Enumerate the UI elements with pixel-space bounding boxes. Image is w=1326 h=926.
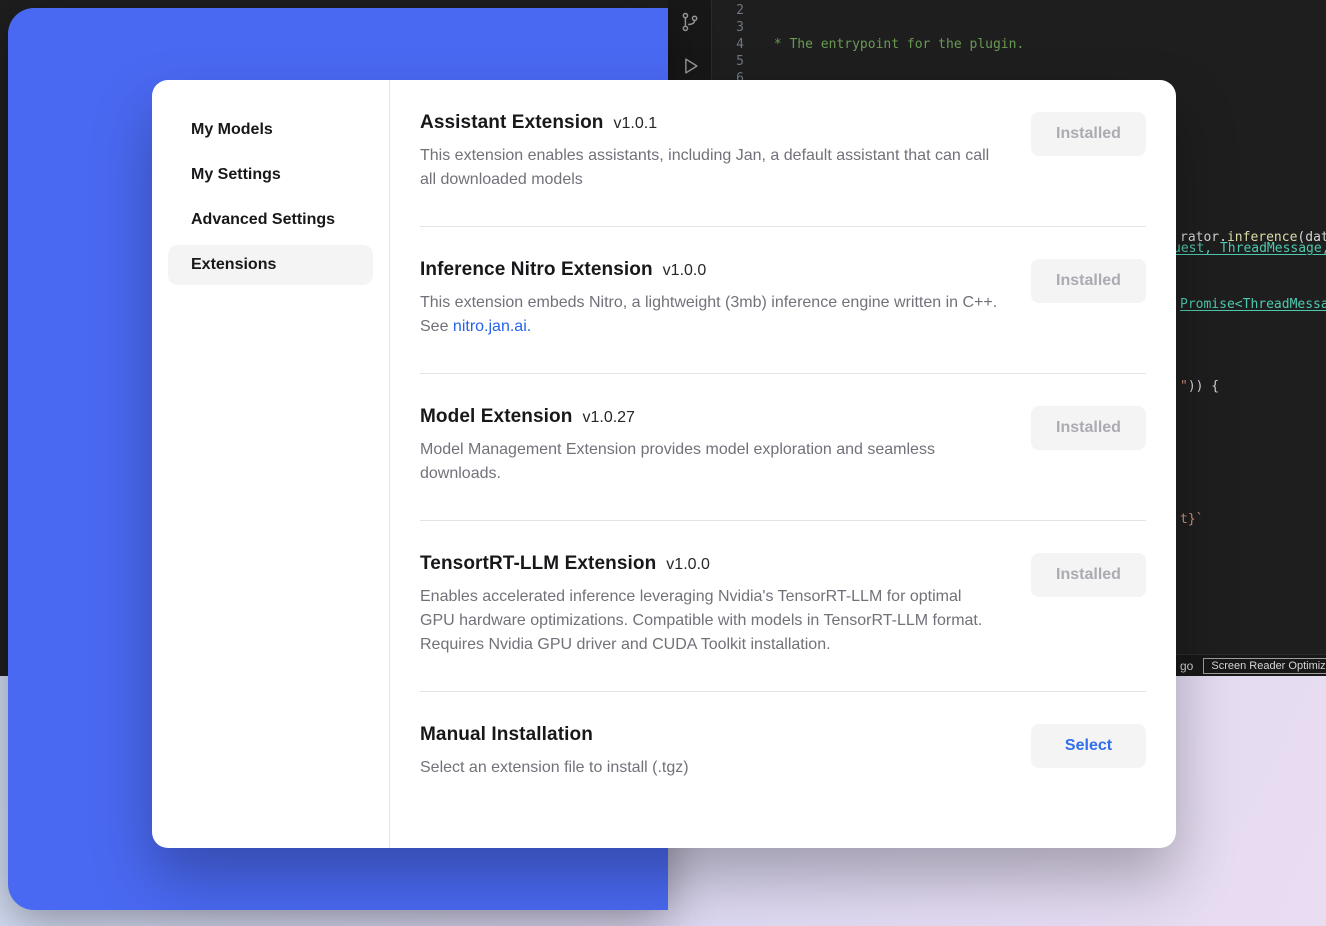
extension-version: v1.0.0 — [663, 262, 707, 279]
extension-version: v1.0.0 — [666, 556, 710, 573]
code-fragment: ")) { — [1180, 378, 1219, 395]
extension-version: v1.0.27 — [582, 409, 634, 426]
manual-installation: Manual Installation Select an extension … — [420, 692, 1146, 814]
extension-tensorrt-llm: TensortRT-LLM Extension v1.0.0 Enables ac… — [420, 521, 1146, 691]
sidebar-item-my-settings[interactable]: My Settings — [168, 155, 373, 195]
extension-description: Model Management Extension provides mode… — [420, 438, 998, 486]
nitro-link[interactable]: nitro.jan.ai. — [453, 318, 531, 335]
extensions-list: Assistant Extension v1.0.1 This extension… — [390, 80, 1176, 848]
extension-model: Model Extension v1.0.27 Model Management … — [420, 374, 1146, 520]
run-debug-icon[interactable] — [678, 54, 702, 78]
status-language[interactable]: go — [1180, 659, 1193, 673]
extension-description: Select an extension file to install (.tg… — [420, 756, 689, 780]
code-fragment: Promise<ThreadMessage> — [1180, 296, 1326, 313]
extension-title: Model Extension — [420, 406, 572, 427]
extension-title: Manual Installation — [420, 724, 593, 745]
sidebar-item-advanced-settings[interactable]: Advanced Settings — [168, 200, 373, 240]
settings-modal: My Models My Settings Advanced Settings … — [152, 80, 1176, 848]
code-fragment: t}` — [1180, 511, 1203, 528]
extension-title: Assistant Extension — [420, 112, 604, 133]
installed-button[interactable]: Installed — [1031, 553, 1146, 597]
installed-button[interactable]: Installed — [1031, 259, 1146, 303]
extension-version: v1.0.1 — [614, 115, 658, 132]
code-line: * The entrypoint for the plugin. — [766, 36, 1326, 53]
extension-description: This extension enables assistants, inclu… — [420, 144, 998, 192]
installed-button[interactable]: Installed — [1031, 112, 1146, 156]
installed-button[interactable]: Installed — [1031, 406, 1146, 450]
extension-description: Enables accelerated inference leveraging… — [420, 585, 998, 657]
sidebar-item-extensions[interactable]: Extensions — [168, 245, 373, 285]
extension-description: This extension embeds Nitro, a lightweig… — [420, 291, 998, 339]
screen-reader-badge[interactable]: Screen Reader Optimize — [1203, 658, 1326, 674]
source-control-icon[interactable] — [678, 10, 702, 34]
select-button[interactable]: Select — [1031, 724, 1146, 768]
editor-line-numbers: 2 3 4 5 6 — [712, 2, 744, 87]
extension-title: Inference Nitro Extension — [420, 259, 653, 280]
extension-title: TensortRT-LLM Extension — [420, 553, 656, 574]
extension-inference-nitro: Inference Nitro Extension v1.0.0 This ext… — [420, 227, 1146, 373]
extension-assistant: Assistant Extension v1.0.1 This extension… — [420, 80, 1146, 226]
code-fragment: rator.inference(data)); — [1180, 229, 1326, 246]
settings-sidebar: My Models My Settings Advanced Settings … — [152, 80, 390, 848]
sidebar-item-my-models[interactable]: My Models — [168, 110, 373, 150]
